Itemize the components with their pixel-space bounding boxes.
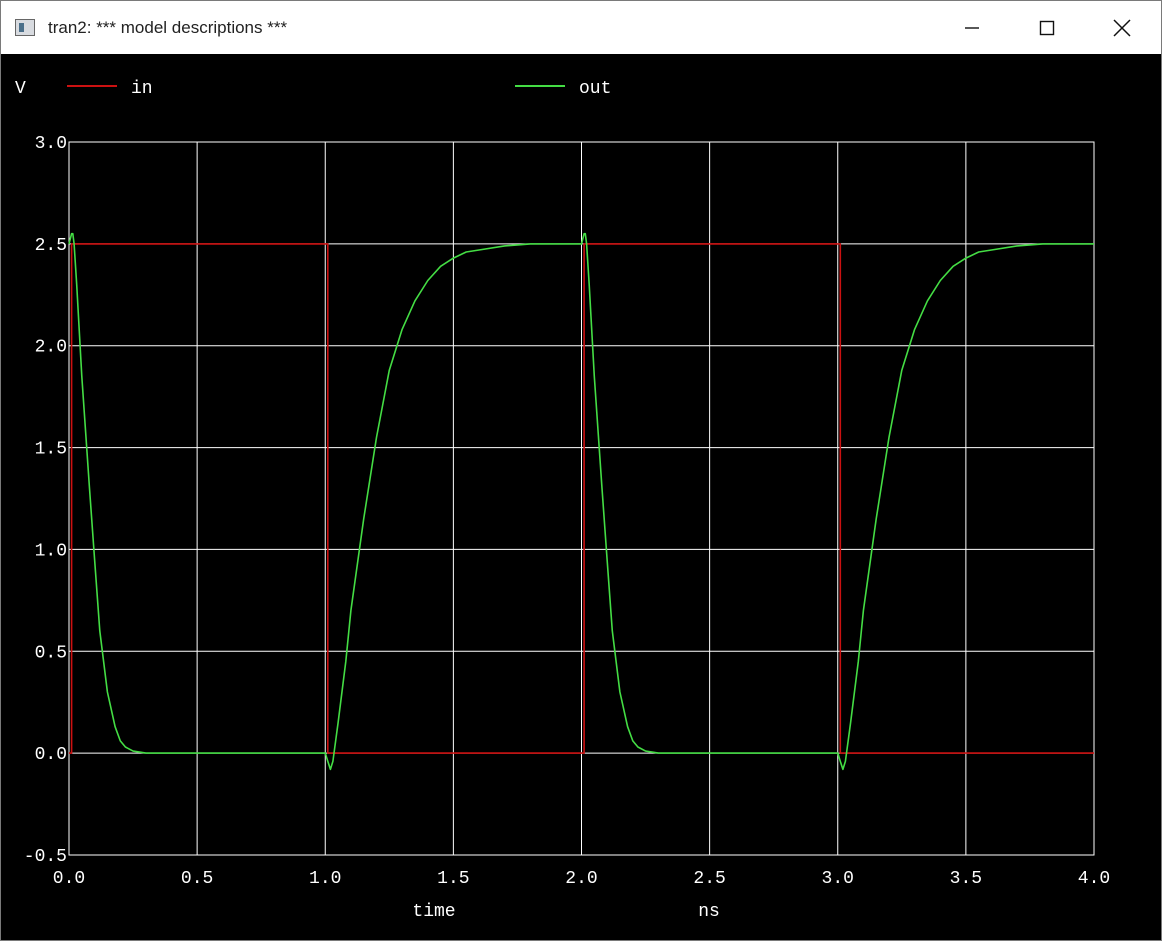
window-title: tran2: *** model descriptions *** <box>48 18 288 37</box>
x-tick-label: 4.0 <box>1078 869 1110 889</box>
x-tick-label: 0.5 <box>181 869 213 889</box>
legend-label-in: in <box>131 79 153 99</box>
y-tick-label: 0.0 <box>35 745 67 765</box>
close-button[interactable] <box>1084 1 1159 54</box>
maximize-icon <box>1039 20 1054 35</box>
x-tick-label: 0.0 <box>53 869 85 889</box>
y-tick-label: -0.5 <box>24 847 67 867</box>
x-tick-label: 3.5 <box>950 869 982 889</box>
y-tick-label: 0.5 <box>35 643 67 663</box>
x-tick-label: 2.0 <box>565 869 597 889</box>
x-tick-label: 3.0 <box>822 869 854 889</box>
voltage-time-chart[interactable]: 0.0 0.5 1.0 1.5 2.0 2.5 3.0 3.5 4.0 3.0 2.5 2.0 1.5 1… <box>1 54 1161 940</box>
x-axis-unit: ns <box>698 902 720 922</box>
y-tick-label: 3.0 <box>35 134 67 154</box>
app-icon <box>15 19 35 36</box>
y-tick-label: 1.0 <box>35 541 67 561</box>
maximize-button[interactable] <box>1009 1 1084 54</box>
x-axis-label: time <box>412 902 455 922</box>
x-tick-label: 1.5 <box>437 869 469 889</box>
plot-window: tran2: *** model descriptions *** 0.0 0.5… <box>0 0 1162 941</box>
y-tick-label: 2.0 <box>35 338 67 358</box>
legend-label-out: out <box>579 79 611 99</box>
y-tick-label: 2.5 <box>35 236 67 256</box>
y-tick-label: 1.5 <box>35 440 67 460</box>
y-axis-label: V <box>15 79 26 99</box>
title-bar[interactable]: tran2: *** model descriptions *** <box>1 1 1161 54</box>
minimize-button[interactable] <box>934 1 1009 54</box>
x-tick-label: 1.0 <box>309 869 341 889</box>
minimize-icon <box>964 26 979 29</box>
close-icon <box>1112 18 1131 37</box>
x-tick-label: 2.5 <box>693 869 725 889</box>
plot-area[interactable]: 0.0 0.5 1.0 1.5 2.0 2.5 3.0 3.5 4.0 3.0 2.5 2.0 1.5 1… <box>1 54 1161 940</box>
